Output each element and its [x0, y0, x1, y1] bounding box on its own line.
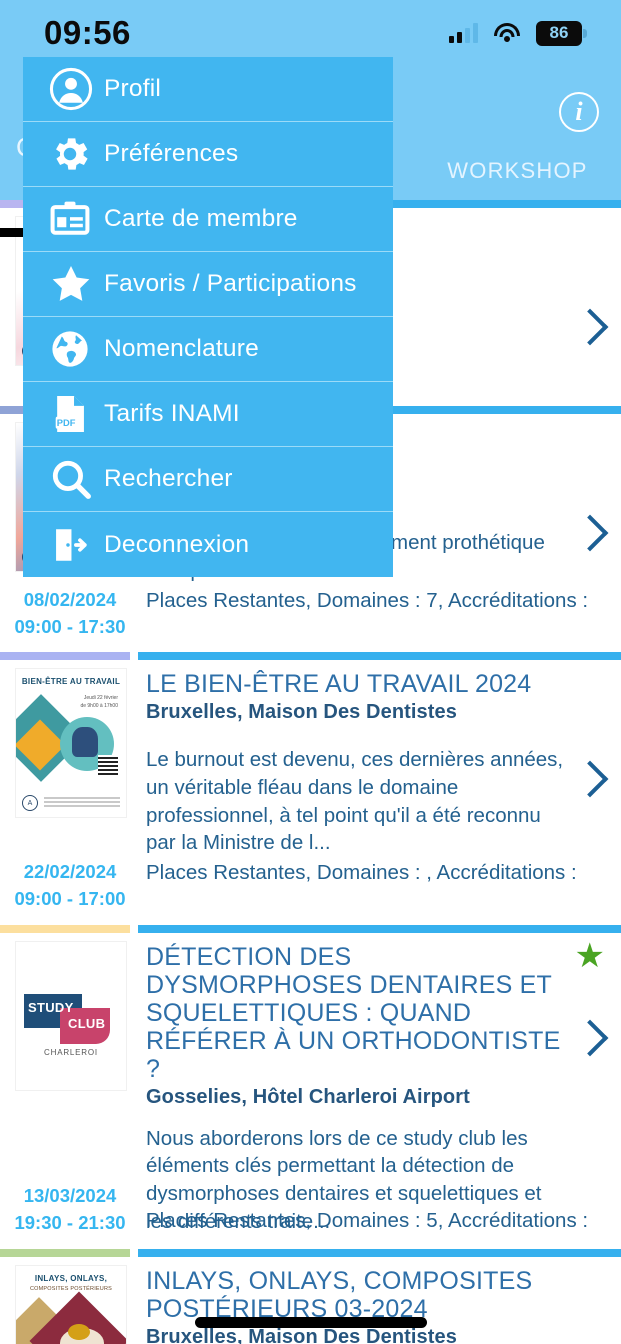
- star-icon: [48, 261, 104, 307]
- sidebar-item-label: Préférences: [104, 140, 239, 167]
- event-thumbnail: STUDY CLUB CHARLEROI: [15, 940, 127, 1091]
- card-thumbnail-column: BIEN-ÊTRE AU TRAVAIL Jeudi 22 février de…: [0, 660, 138, 857]
- event-date-value: 13/03/2024: [23, 1185, 117, 1207]
- sidebar-item-rechercher[interactable]: Rechercher: [23, 447, 393, 512]
- sidebar-item-deconnexion[interactable]: Deconnexion: [23, 512, 393, 577]
- event-date: 22/02/2024 09:00 - 17:00: [0, 859, 138, 913]
- sidebar-item-label: Tarifs INAMI: [104, 400, 240, 427]
- event-date: 13/03/2024 19:30 - 21:30: [0, 1183, 138, 1237]
- event-time-value: 09:00 - 17:00: [14, 887, 126, 909]
- thumb-title: INLAYS, ONLAYS,: [34, 1273, 108, 1283]
- thumb-subtitle: Jeudi 22 février de 9h00 à 17h00: [80, 695, 118, 709]
- svg-text:PDF: PDF: [57, 418, 76, 428]
- user-profile-icon: [48, 66, 104, 112]
- logout-door-icon: [48, 523, 104, 567]
- event-location: Bruxelles, Maison Des Dentistes: [146, 1325, 457, 1344]
- card-main-column: INLAYS, ONLAYS, COMPOSITES POSTÉRIEURS 0…: [138, 1257, 621, 1344]
- event-places: Places Restantes, Domaines : 7, Accrédit…: [146, 588, 589, 612]
- thumb-subtitle: CHARLEROI: [44, 1047, 98, 1057]
- pdf-file-icon: PDF: [48, 392, 104, 436]
- event-title: INLAYS, ONLAYS, COMPOSITES POSTÉRIEURS 0…: [146, 1266, 533, 1323]
- sidebar-item-label: Profil: [104, 75, 162, 102]
- tab-workshop[interactable]: WORKSHOP: [414, 158, 621, 192]
- chevron-right-icon[interactable]: [573, 510, 607, 566]
- event-thumbnail: INLAYS, ONLAYS, COMPOSITES POSTÉRIEURS A: [15, 1264, 127, 1344]
- list-item[interactable]: INLAYS, ONLAYS, COMPOSITES POSTÉRIEURS A…: [0, 1248, 621, 1344]
- event-places: Places Restantes, Domaines : , Accrédita…: [146, 861, 577, 884]
- chevron-right-icon[interactable]: [573, 756, 607, 812]
- thumb-seal-icon: A: [22, 795, 38, 812]
- gear-icon: [48, 132, 104, 176]
- event-description: Nous aborderons lors de ce study club le…: [146, 1126, 542, 1233]
- event-description: Le burnout est devenu, ces dernières ann…: [146, 748, 564, 855]
- sidebar-item-favoris-participations[interactable]: Favoris / Participations: [23, 252, 393, 317]
- event-title: LE BIEN-ÊTRE AU TRAVAIL 2024: [146, 670, 532, 699]
- globe-icon: [48, 327, 104, 371]
- sidebar-item-nomenclature[interactable]: Nomenclature: [23, 317, 393, 382]
- thumb-title: BIEN-ÊTRE AU TRAVAIL: [21, 677, 121, 687]
- sidebar-item-tarifs-inami[interactable]: PDF Tarifs INAMI: [23, 382, 393, 447]
- event-title: DÉTECTION DES DYSMORPHOSES DENTAIRES ET …: [146, 942, 561, 1083]
- event-location: Bruxelles, Maison Des Dentistes: [146, 701, 457, 724]
- event-time-value: 19:30 - 21:30: [14, 1212, 126, 1234]
- favorite-star-icon[interactable]: ★: [575, 939, 605, 973]
- sidebar-item-label: Carte de membre: [104, 205, 298, 232]
- event-time-value: 09:00 - 17:30: [14, 615, 126, 637]
- battery-percent-label: 86: [549, 23, 569, 42]
- card-footer: 08/02/2024 09:00 - 17:30 Places Restante…: [0, 585, 621, 653]
- home-indicator[interactable]: [194, 1317, 427, 1328]
- side-menu[interactable]: Profil Préférences Carte de membre Favor…: [23, 57, 393, 577]
- sidebar-item-label: Deconnexion: [104, 530, 250, 558]
- list-item[interactable]: BIEN-ÊTRE AU TRAVAIL Jeudi 22 février de…: [0, 652, 621, 925]
- sidebar-item-label: Rechercher: [104, 465, 233, 492]
- event-date-value: 08/02/2024: [23, 588, 117, 610]
- app-root: 09:56 86 i C RS: [0, 0, 621, 1344]
- thumb-text-lines: [44, 797, 120, 809]
- card-body: BIEN-ÊTRE AU TRAVAIL Jeudi 22 février de…: [0, 660, 621, 857]
- search-icon: [48, 456, 104, 502]
- sidebar-item-label: Nomenclature: [104, 335, 259, 362]
- card-top-strip: [0, 924, 621, 933]
- chevron-right-icon[interactable]: [573, 304, 607, 360]
- status-bar-clock: 09:56: [44, 14, 131, 51]
- card-top-strip: [0, 652, 621, 661]
- event-date: 08/02/2024 09:00 - 17:30: [0, 587, 138, 641]
- sidebar-item-profil[interactable]: Profil: [23, 57, 393, 122]
- sidebar-item-label: Favoris / Participations: [104, 270, 357, 297]
- event-location: Gosselies, Hôtel Charleroi Airport: [146, 1085, 470, 1108]
- sidebar-item-carte-de-membre[interactable]: Carte de membre: [23, 187, 393, 252]
- status-bar-indicators: 86: [449, 20, 587, 46]
- id-card-icon: [48, 197, 104, 241]
- cellular-signal-icon: [449, 23, 478, 43]
- card-main-column: DÉTECTION DES DYSMORPHOSES DENTAIRES ET …: [138, 933, 621, 1236]
- chevron-right-icon[interactable]: [573, 1015, 607, 1071]
- card-footer: 22/02/2024 09:00 - 17:00 Places Restante…: [0, 857, 621, 925]
- battery-icon: 86: [536, 20, 587, 46]
- card-top-strip: [0, 1248, 621, 1257]
- card-thumbnail-column: INLAYS, ONLAYS, COMPOSITES POSTÉRIEURS A: [0, 1257, 138, 1344]
- event-date-value: 22/02/2024: [23, 861, 117, 882]
- card-main-column: LE BIEN-ÊTRE AU TRAVAIL 2024 Bruxelles, …: [138, 660, 621, 857]
- wifi-icon: [494, 23, 520, 43]
- sidebar-item-preferences[interactable]: Préférences: [23, 122, 393, 187]
- thumb-subtitle: COMPOSITES POSTÉRIEURS: [29, 1285, 113, 1292]
- card-body: INLAYS, ONLAYS, COMPOSITES POSTÉRIEURS A…: [0, 1257, 621, 1344]
- list-item[interactable]: STUDY CLUB CHARLEROI DÉTECTION DES DYSMO…: [0, 924, 621, 1249]
- event-thumbnail: BIEN-ÊTRE AU TRAVAIL Jeudi 22 février de…: [15, 668, 127, 819]
